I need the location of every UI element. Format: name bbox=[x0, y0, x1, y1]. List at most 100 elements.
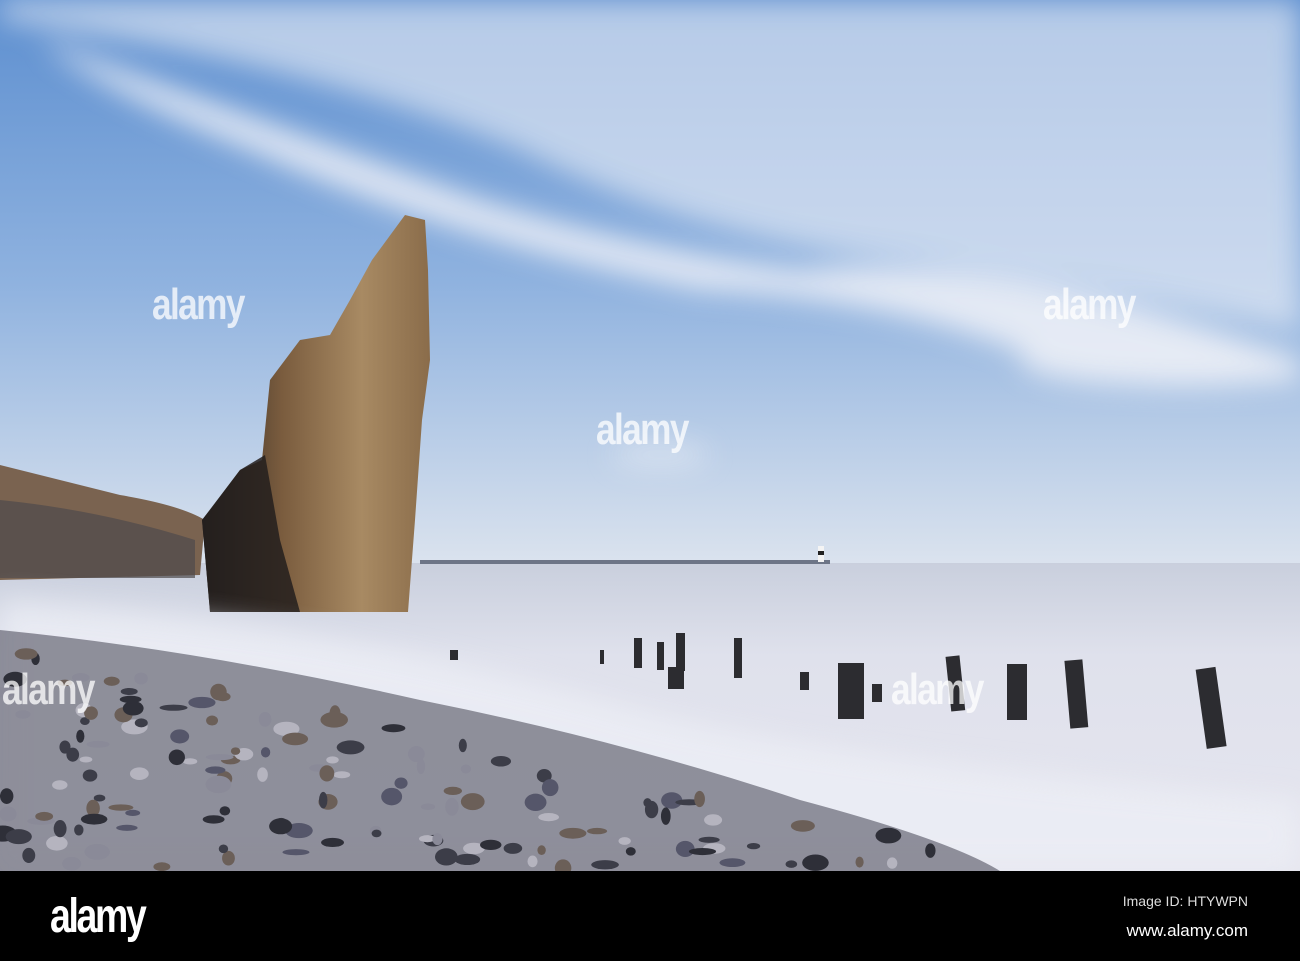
pebble bbox=[886, 857, 898, 869]
watermark: alamy bbox=[2, 665, 95, 714]
pebble bbox=[103, 676, 120, 686]
pebble bbox=[460, 793, 485, 811]
pebble bbox=[527, 855, 538, 868]
pebble bbox=[875, 827, 902, 844]
pebble bbox=[460, 764, 472, 774]
pebble bbox=[925, 843, 936, 858]
pebble bbox=[258, 711, 272, 727]
pebble bbox=[319, 791, 328, 809]
pebble bbox=[625, 847, 636, 856]
pebble bbox=[134, 718, 148, 728]
pebble bbox=[82, 769, 98, 782]
pebble bbox=[591, 860, 619, 870]
pebble bbox=[76, 729, 85, 743]
pebble bbox=[371, 829, 382, 838]
pebble bbox=[785, 860, 798, 868]
pebble bbox=[0, 806, 17, 822]
watermark: alamy bbox=[596, 405, 689, 454]
pebble bbox=[219, 806, 231, 816]
pebble bbox=[618, 837, 631, 845]
pebble bbox=[746, 842, 761, 850]
pebble bbox=[587, 827, 608, 835]
pebble bbox=[84, 843, 110, 860]
pebble bbox=[188, 696, 216, 709]
pebble bbox=[319, 765, 335, 782]
pebble bbox=[694, 790, 705, 808]
pebble bbox=[0, 788, 14, 804]
pebble bbox=[381, 787, 403, 806]
pebble bbox=[206, 715, 219, 726]
pebble bbox=[282, 732, 309, 746]
pebble bbox=[698, 836, 720, 843]
pebble bbox=[22, 847, 36, 863]
pebble bbox=[134, 672, 148, 685]
pebble bbox=[129, 767, 149, 780]
pebble bbox=[333, 771, 351, 779]
footer-bar: alamy Image ID: HTYWPN www.alamy.com bbox=[0, 871, 1300, 961]
pebble bbox=[675, 840, 695, 858]
pebble bbox=[53, 819, 67, 838]
pebble bbox=[282, 849, 310, 856]
pebble bbox=[559, 827, 587, 839]
pebble bbox=[159, 704, 188, 711]
pebble bbox=[86, 740, 110, 748]
pebble bbox=[260, 747, 271, 758]
pebble bbox=[688, 847, 717, 856]
pebble bbox=[170, 729, 190, 744]
image-id: Image ID: HTYWPN bbox=[1122, 893, 1248, 909]
pebble bbox=[205, 775, 232, 794]
pebble bbox=[420, 803, 436, 810]
pebble bbox=[59, 740, 71, 754]
pebble bbox=[80, 813, 108, 825]
pebble bbox=[35, 811, 54, 821]
pebble bbox=[443, 786, 463, 796]
pebble bbox=[416, 758, 426, 775]
pebble bbox=[445, 797, 459, 816]
pebble bbox=[394, 777, 408, 789]
pebble bbox=[381, 724, 406, 733]
pebble bbox=[503, 842, 523, 854]
pebble bbox=[541, 779, 559, 797]
pebble bbox=[230, 747, 241, 755]
pebble bbox=[326, 756, 339, 764]
pier bbox=[420, 560, 830, 564]
pebble bbox=[790, 820, 815, 832]
pebble bbox=[205, 766, 226, 774]
pebble bbox=[537, 845, 546, 855]
pebble bbox=[153, 862, 171, 871]
pebble bbox=[125, 809, 141, 817]
watermark: alamy bbox=[891, 665, 984, 714]
pebble bbox=[52, 780, 68, 790]
pebble bbox=[704, 814, 723, 826]
site-url[interactable]: www.alamy.com bbox=[1126, 921, 1248, 941]
pebble bbox=[218, 844, 229, 854]
pebble bbox=[855, 856, 864, 868]
pebble bbox=[660, 807, 671, 825]
pebble bbox=[119, 695, 142, 704]
pebble bbox=[46, 835, 68, 851]
pebble bbox=[432, 833, 443, 846]
image-viewer: alamy alamy alamy alamy alamy alamy Imag… bbox=[0, 0, 1300, 961]
pebble bbox=[454, 853, 481, 866]
pebble bbox=[108, 804, 134, 811]
pebble bbox=[62, 856, 82, 871]
watermark: alamy bbox=[152, 280, 245, 329]
pebble bbox=[182, 758, 198, 765]
pebble bbox=[5, 829, 32, 845]
watermark: alamy bbox=[1043, 280, 1136, 329]
pebble bbox=[434, 848, 458, 866]
pebble bbox=[210, 683, 227, 701]
pebble bbox=[719, 858, 746, 868]
pebble bbox=[122, 701, 144, 716]
pebble bbox=[14, 648, 38, 660]
pebble bbox=[321, 837, 344, 848]
pebble bbox=[524, 793, 547, 812]
pebble bbox=[538, 812, 560, 822]
pebble bbox=[205, 754, 234, 761]
pebble bbox=[257, 767, 268, 782]
pebble bbox=[202, 815, 225, 824]
lighthouse bbox=[818, 546, 824, 562]
pebble bbox=[79, 756, 93, 763]
pebble bbox=[480, 839, 502, 851]
pebble bbox=[802, 854, 829, 871]
